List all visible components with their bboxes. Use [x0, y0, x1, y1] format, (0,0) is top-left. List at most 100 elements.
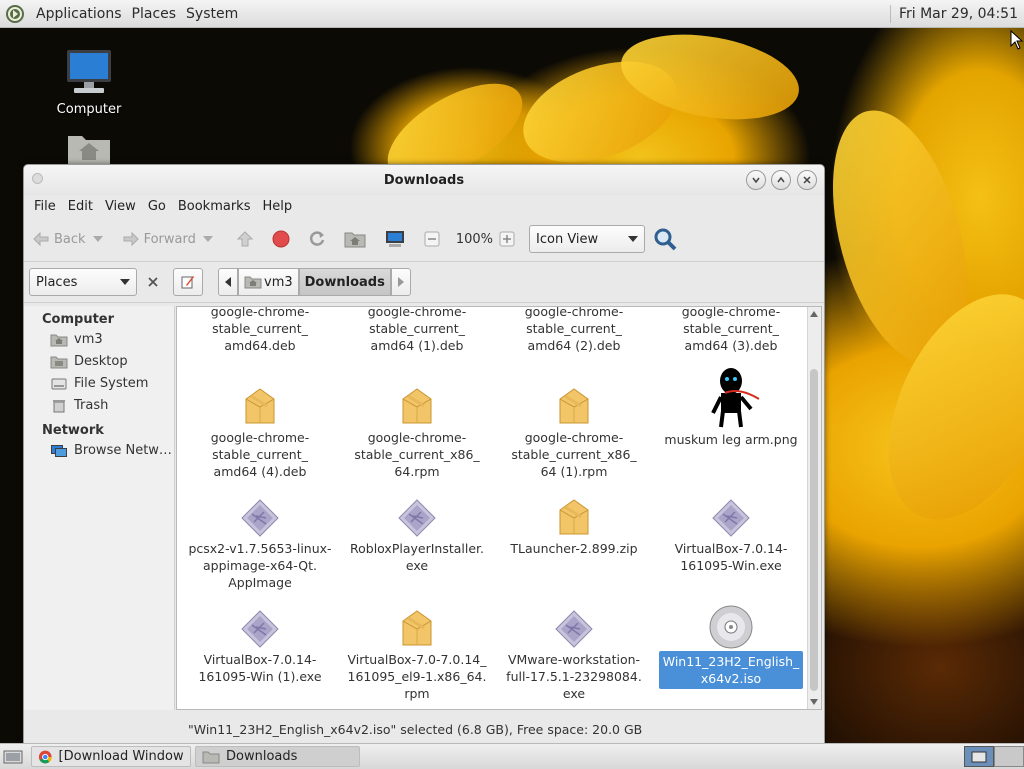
sidebar-item-browse-network[interactable]: Browse Netw…	[24, 440, 174, 462]
disc-image-icon	[709, 605, 753, 649]
file-name: google-chrome-stable_current_ amd64 (4).d…	[209, 429, 312, 480]
file-icon-container	[185, 488, 335, 538]
crumb-downloads[interactable]: Downloads	[298, 268, 391, 296]
sidebar-item-desktop[interactable]: Desktop	[24, 351, 174, 373]
file-name: VirtualBox-7.0.14- 161095-Win.exe	[673, 540, 790, 574]
distro-logo-icon[interactable]	[5, 4, 25, 24]
maximize-button[interactable]	[771, 170, 791, 190]
crumb-scroll-right[interactable]	[390, 268, 411, 296]
window-titlebar[interactable]: Downloads	[24, 165, 824, 195]
minimize-button[interactable]	[746, 170, 766, 190]
scrollbar-thumb[interactable]	[810, 369, 818, 691]
file-name: pcsx2-v1.7.5653-linux-appimage-x64-Qt. Ap…	[186, 540, 333, 591]
file-item[interactable]: google-chrome-stable_current_ amd64.deb	[185, 307, 335, 354]
file-item[interactable]: google-chrome-stable_current_x86_ 64 (1).…	[499, 377, 649, 480]
system-menu[interactable]: System	[181, 6, 243, 22]
file-item[interactable]: RobloxPlayerInstaller. exe	[342, 488, 492, 574]
arrow-up-icon	[236, 231, 254, 247]
file-name-line: google-chrome-	[210, 430, 310, 445]
sidebar-item-filesystem[interactable]: File System	[24, 373, 174, 395]
computer-button[interactable]	[384, 230, 410, 248]
file-item[interactable]: google-chrome-stable_current_ amd64 (4).d…	[185, 377, 335, 480]
file-item[interactable]: google-chrome-stable_current_ amd64 (2).d…	[499, 307, 649, 354]
places-menu[interactable]: Places	[127, 6, 182, 22]
vertical-scrollbar[interactable]	[807, 307, 821, 709]
file-item[interactable]: VirtualBox-7.0.14- 161095-Win.exe	[656, 488, 806, 574]
workspace-2[interactable]	[994, 746, 1024, 767]
file-item[interactable]: VMware-workstation-full-17.5.1-23298084.…	[499, 599, 649, 702]
zoom-level: 100%	[455, 231, 494, 247]
executable-icon	[712, 499, 750, 537]
close-side-pane-button[interactable]	[147, 276, 159, 288]
view-mode-value: Icon View	[536, 231, 599, 247]
file-name-line: AppImage	[228, 575, 292, 590]
file-name: Win11_23H2_English_ x64v2.iso	[658, 651, 804, 689]
file-item[interactable]: VirtualBox-7.0-7.0.14_ 161095_el9-1.x86_6…	[342, 599, 492, 702]
file-name-line: muskum leg arm.png	[664, 432, 798, 447]
arrow-right-icon	[397, 277, 404, 287]
file-name-line: amd64 (2).deb	[527, 338, 621, 353]
file-name-line: google-chrome-	[681, 306, 781, 319]
up-button[interactable]	[236, 230, 258, 248]
file-name-line: exe	[562, 686, 586, 701]
view-mode-select[interactable]: Icon View	[529, 225, 646, 253]
show-desktop-button[interactable]	[3, 749, 23, 765]
menu-file[interactable]: File	[28, 199, 62, 214]
file-item[interactable]: muskum leg arm.png	[656, 363, 806, 448]
crumb-scroll-left[interactable]	[218, 268, 238, 296]
search-button[interactable]	[653, 227, 681, 251]
reload-button[interactable]	[308, 230, 330, 248]
back-button[interactable]: Back	[32, 231, 86, 247]
crumb-vm3[interactable]: vm3	[238, 268, 299, 296]
crumb-label: Downloads	[304, 274, 385, 290]
file-icon-view[interactable]: google-chrome-stable_current_ amd64.deb go…	[176, 306, 822, 710]
sidebar-item-vm3[interactable]: vm3	[24, 329, 174, 351]
file-item[interactable]: Win11_23H2_English_ x64v2.iso	[656, 599, 806, 689]
file-item[interactable]: TLauncher-2.899.zip	[499, 488, 649, 557]
sidebar-item-trash[interactable]: Trash	[24, 395, 174, 417]
menu-help[interactable]: Help	[256, 199, 298, 214]
file-item[interactable]: google-chrome-stable_current_ amd64 (1).d…	[342, 307, 492, 354]
zoom-in-button[interactable]	[499, 231, 519, 247]
home-button[interactable]	[344, 230, 370, 248]
desktop-icon-home[interactable]	[44, 130, 134, 168]
arrow-right-icon	[123, 231, 139, 247]
clock[interactable]: Fri Mar 29, 04:51	[899, 6, 1024, 22]
menu-view[interactable]: View	[99, 199, 142, 214]
side-pane-select[interactable]: Places	[29, 268, 137, 296]
places-sidebar: Computer vm3 Desktop File System Trash N…	[24, 306, 175, 710]
workspace-1[interactable]	[964, 746, 994, 767]
trash-icon	[53, 399, 65, 412]
menu-edit[interactable]: Edit	[62, 199, 99, 214]
file-item[interactable]: google-chrome-stable_current_x86_ 64.rpm	[342, 377, 492, 480]
file-name-line: 64.rpm	[394, 464, 440, 479]
scroll-down-arrow-icon[interactable]	[810, 699, 818, 705]
scroll-up-arrow-icon[interactable]	[810, 311, 818, 317]
file-manager-window: Downloads File Edit View Go Bookmarks He…	[23, 164, 825, 744]
sidebar-item-label: vm3	[74, 332, 103, 347]
toggle-location-entry-button[interactable]	[173, 268, 203, 296]
taskbar-item-browser[interactable]: [Download Window…	[31, 746, 191, 767]
menu-go[interactable]: Go	[142, 199, 172, 214]
close-button[interactable]	[797, 170, 817, 190]
window-menu-dot[interactable]	[32, 173, 43, 184]
file-name: google-chrome-stable_current_ amd64 (1).d…	[366, 307, 469, 354]
back-label: Back	[54, 231, 86, 247]
stop-button[interactable]	[272, 230, 294, 248]
zoom-out-button[interactable]	[424, 231, 444, 247]
file-item[interactable]: pcsx2-v1.7.5653-linux-appimage-x64-Qt. Ap…	[185, 488, 335, 591]
desktop-icon-computer[interactable]: Computer	[44, 48, 134, 117]
file-icon-container	[656, 488, 806, 538]
file-item[interactable]: VirtualBox-7.0.14- 161095-Win (1).exe	[185, 599, 335, 685]
applications-menu[interactable]: Applications	[31, 6, 127, 22]
workspace-switcher[interactable]	[964, 746, 1024, 767]
window-thumbnail-icon	[971, 751, 987, 762]
forward-history-dropdown[interactable]	[202, 235, 218, 243]
taskbar-item-downloads[interactable]: Downloads	[195, 746, 360, 767]
file-name: muskum leg arm.png	[662, 431, 799, 448]
file-item[interactable]: google-chrome-stable_current_ amd64 (3).d…	[656, 306, 806, 354]
back-history-dropdown[interactable]	[92, 235, 108, 243]
forward-button[interactable]: Forward	[122, 231, 196, 247]
menu-bookmarks[interactable]: Bookmarks	[172, 199, 257, 214]
crumb-label: vm3	[264, 274, 293, 290]
